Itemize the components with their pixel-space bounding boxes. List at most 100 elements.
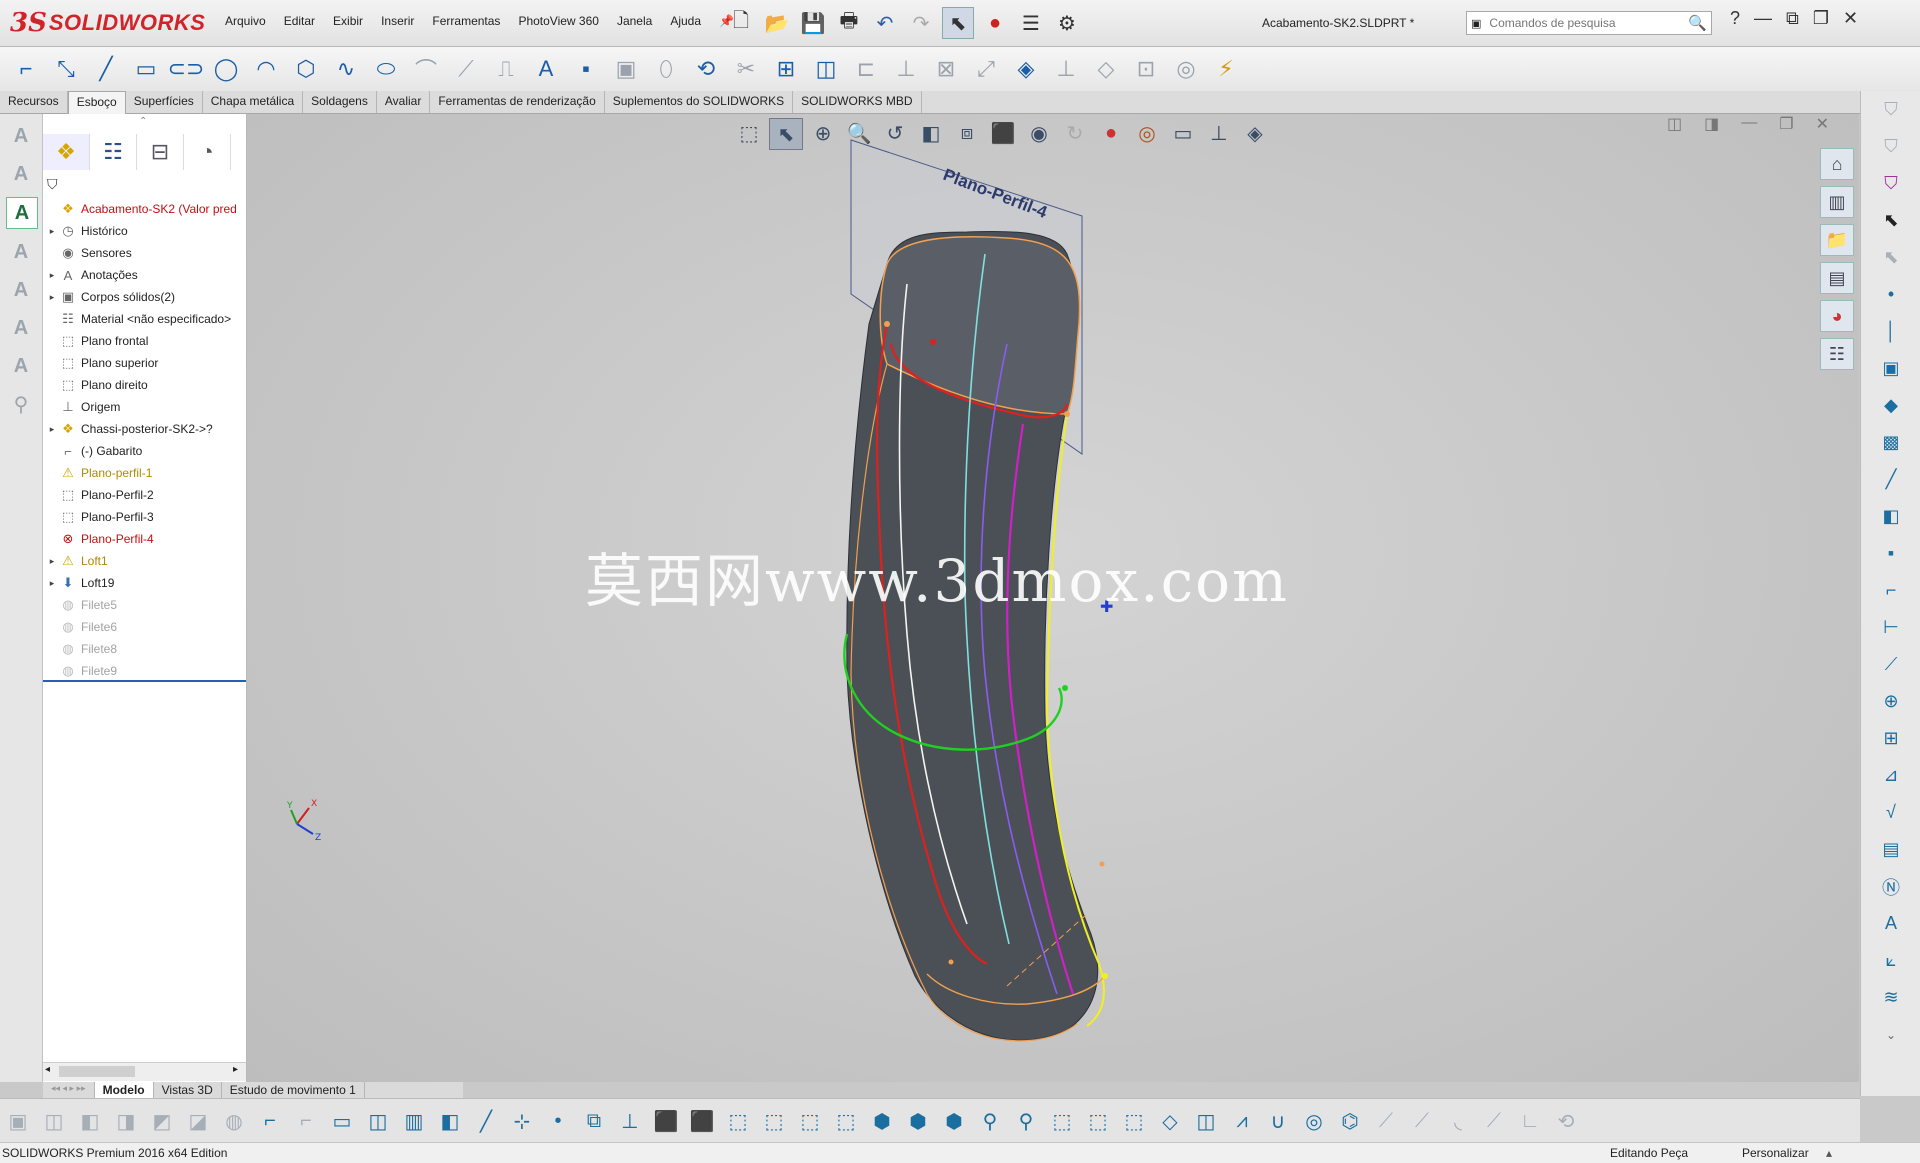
- tab-suplementos[interactable]: Suplementos do SOLIDWORKS: [605, 91, 794, 113]
- scroll-right-icon[interactable]: ▸: [233, 1064, 238, 1075]
- entity-ellipse-icon[interactable]: ⬯: [648, 53, 684, 85]
- rollback-bar[interactable]: [43, 680, 246, 682]
- restore-icon[interactable]: ⧉: [1786, 8, 1799, 29]
- custom-properties-icon[interactable]: ☷: [1820, 338, 1854, 370]
- select-arrow-icon[interactable]: ⬉: [942, 7, 974, 39]
- sketch-arc-icon[interactable]: ◟: [1440, 1105, 1476, 1137]
- filter-sketch-points-icon[interactable]: ▪: [1861, 535, 1920, 572]
- filter-centerline-icon[interactable]: ⊕: [1861, 683, 1920, 720]
- filter-faces-icon[interactable]: ▣: [1861, 350, 1920, 387]
- filter-axes-icon[interactable]: ╱: [1861, 461, 1920, 498]
- composite-curve-icon[interactable]: ⩘: [1224, 1105, 1260, 1137]
- trim-icon[interactable]: ✂: [728, 53, 764, 85]
- annotation-weld-icon[interactable]: A: [6, 351, 36, 381]
- annotation-link-icon[interactable]: ⚲: [6, 389, 36, 419]
- sketch-point[interactable]: [930, 339, 936, 345]
- filter-toggle-icon[interactable]: ⛉: [1861, 91, 1920, 128]
- axis-triad[interactable]: X Y Z: [286, 799, 321, 843]
- tree-item[interactable]: ▸ ◷ Histórico: [43, 220, 246, 242]
- tree-item[interactable]: ▸ ▣ Corpos sólidos(2): [43, 286, 246, 308]
- revolve-cut-icon[interactable]: ◍: [216, 1105, 252, 1137]
- tree-item[interactable]: ⬚ Plano frontal: [43, 330, 246, 352]
- sketch-chamfer-icon[interactable]: ⟋: [1404, 1105, 1440, 1137]
- origin-icon[interactable]: ⊥: [612, 1105, 648, 1137]
- filter-weld-symbols-icon[interactable]: A: [1861, 905, 1920, 942]
- filter-dimensions-icon[interactable]: ⊞: [1861, 720, 1920, 757]
- view-front-icon[interactable]: ⬛: [648, 1105, 684, 1137]
- configuration-manager-tab-icon[interactable]: ⊟: [137, 134, 184, 170]
- circle-icon[interactable]: ◯: [208, 53, 244, 85]
- view-top-icon[interactable]: ⬚: [792, 1105, 828, 1137]
- appearances-icon[interactable]: ◕: [1820, 300, 1854, 332]
- solidworks-logo[interactable]: 3S SOLIDWORKS: [10, 8, 205, 38]
- tab-vistas-3d[interactable]: Vistas 3D: [154, 1082, 222, 1098]
- menu-ajuda[interactable]: Ajuda: [661, 14, 710, 28]
- sketch-point[interactable]: [1099, 861, 1105, 867]
- tree-item[interactable]: ⌐ (-) Gabarito: [43, 440, 246, 462]
- projected-curve-icon[interactable]: ◫: [1188, 1105, 1224, 1137]
- slot-icon[interactable]: ⊂⊃: [168, 53, 205, 85]
- new-document-icon[interactable]: 🗋: [726, 8, 756, 38]
- tree-item[interactable]: ◍ Filete6: [43, 616, 246, 638]
- filter-sketch-segments-icon[interactable]: ⌐: [1861, 572, 1920, 609]
- filter-planes-icon[interactable]: ◧: [1861, 498, 1920, 535]
- sketch-point[interactable]: [948, 959, 954, 965]
- view-dimetric-icon[interactable]: ⬢: [936, 1105, 972, 1137]
- tree-item[interactable]: ❖ Acabamento-SK2 (Valor pred: [43, 198, 246, 220]
- menu-exibir[interactable]: Exibir: [324, 14, 372, 28]
- fillet-sketch-icon[interactable]: ⌒: [408, 53, 444, 85]
- sketch-picture-icon[interactable]: ▣: [608, 53, 644, 85]
- annotation-note-icon[interactable]: A: [6, 121, 36, 151]
- sketch-point[interactable]: [1062, 685, 1068, 691]
- annotation-surface-icon[interactable]: A: [6, 313, 36, 343]
- rapid-sketch-icon[interactable]: ⚡: [1208, 53, 1244, 85]
- tab-estudo-movimento[interactable]: Estudo de movimento 1: [222, 1082, 365, 1098]
- filter-surface-finish-icon[interactable]: ⊿: [1861, 757, 1920, 794]
- print-icon[interactable]: 🖶: [834, 8, 864, 38]
- text-icon[interactable]: A: [528, 53, 564, 85]
- pattern-icon[interactable]: ⊞: [768, 53, 804, 85]
- arc-icon[interactable]: ◠: [248, 53, 284, 85]
- tree-item[interactable]: ▸ ⚠ Loft1: [43, 550, 246, 572]
- sketch-mirror-icon[interactable]: ⟲: [1548, 1105, 1584, 1137]
- view-trimetric-icon[interactable]: ⬢: [900, 1105, 936, 1137]
- view-back-icon[interactable]: ⬛: [684, 1105, 720, 1137]
- curvature-display-icon[interactable]: ⌬: [1332, 1105, 1368, 1137]
- tab-esboco[interactable]: Esboço: [67, 91, 126, 114]
- expand-arrow-icon[interactable]: ▸: [45, 556, 59, 567]
- tree-item[interactable]: ▸ A Anotações: [43, 264, 246, 286]
- tree-item[interactable]: ⬚ Plano direito: [43, 374, 246, 396]
- ellipse-icon[interactable]: ⬭: [368, 53, 404, 85]
- sketch-trim-icon[interactable]: ⟋: [1476, 1105, 1512, 1137]
- extrude-boss-icon[interactable]: ▣: [0, 1105, 36, 1137]
- tree-item[interactable]: ⬚ Plano-Perfil-3: [43, 506, 246, 528]
- filter-sketch-icon[interactable]: ⬉: [1861, 239, 1920, 276]
- camera-icon[interactable]: ⚲: [972, 1105, 1008, 1137]
- tab-nav-arrows-icon[interactable]: ◂◂ ◂ ▸ ▸▸: [43, 1082, 95, 1098]
- tree-item[interactable]: ◍ Filete9: [43, 660, 246, 682]
- customize-button[interactable]: Personalizar: [1742, 1146, 1809, 1160]
- customize-dropdown-icon[interactable]: ▴: [1826, 1146, 1832, 1160]
- scrollbar-thumb[interactable]: [59, 1066, 135, 1077]
- search-input[interactable]: [1487, 13, 1689, 33]
- filter-cosmetic-threads-icon[interactable]: ≋: [1861, 979, 1920, 1016]
- menu-arquivo[interactable]: Arquivo: [216, 14, 275, 28]
- scroll-left-icon[interactable]: ◂: [45, 1064, 50, 1075]
- expand-arrow-icon[interactable]: ▸: [45, 270, 59, 281]
- expand-arrow-icon[interactable]: ▸: [45, 424, 59, 435]
- mirror-icon[interactable]: ◫: [808, 53, 844, 85]
- rebuild-traffic-light-icon[interactable]: ●: [980, 8, 1010, 38]
- layers-icon[interactable]: ◈: [1008, 53, 1044, 85]
- tree-item[interactable]: ◍ Filete5: [43, 594, 246, 616]
- help-icon[interactable]: ?: [1730, 8, 1740, 29]
- select-all-filters-icon[interactable]: ⛉: [1861, 165, 1920, 202]
- feature-tree-tab-icon[interactable]: ❖: [43, 134, 90, 170]
- tab-superficies[interactable]: Superfícies: [126, 91, 203, 113]
- command-search-box[interactable]: ▣ 🔍: [1466, 11, 1712, 35]
- smart-dimension-icon[interactable]: ⤡: [48, 53, 84, 85]
- panel-grip-icon[interactable]: ⌃: [139, 116, 147, 127]
- minimize-icon[interactable]: —: [1754, 8, 1772, 29]
- tree-item[interactable]: ☷ Material <não especificado>: [43, 308, 246, 330]
- point-icon[interactable]: ▪: [568, 53, 604, 85]
- sketch-fillet-icon[interactable]: ⟋: [1368, 1105, 1404, 1137]
